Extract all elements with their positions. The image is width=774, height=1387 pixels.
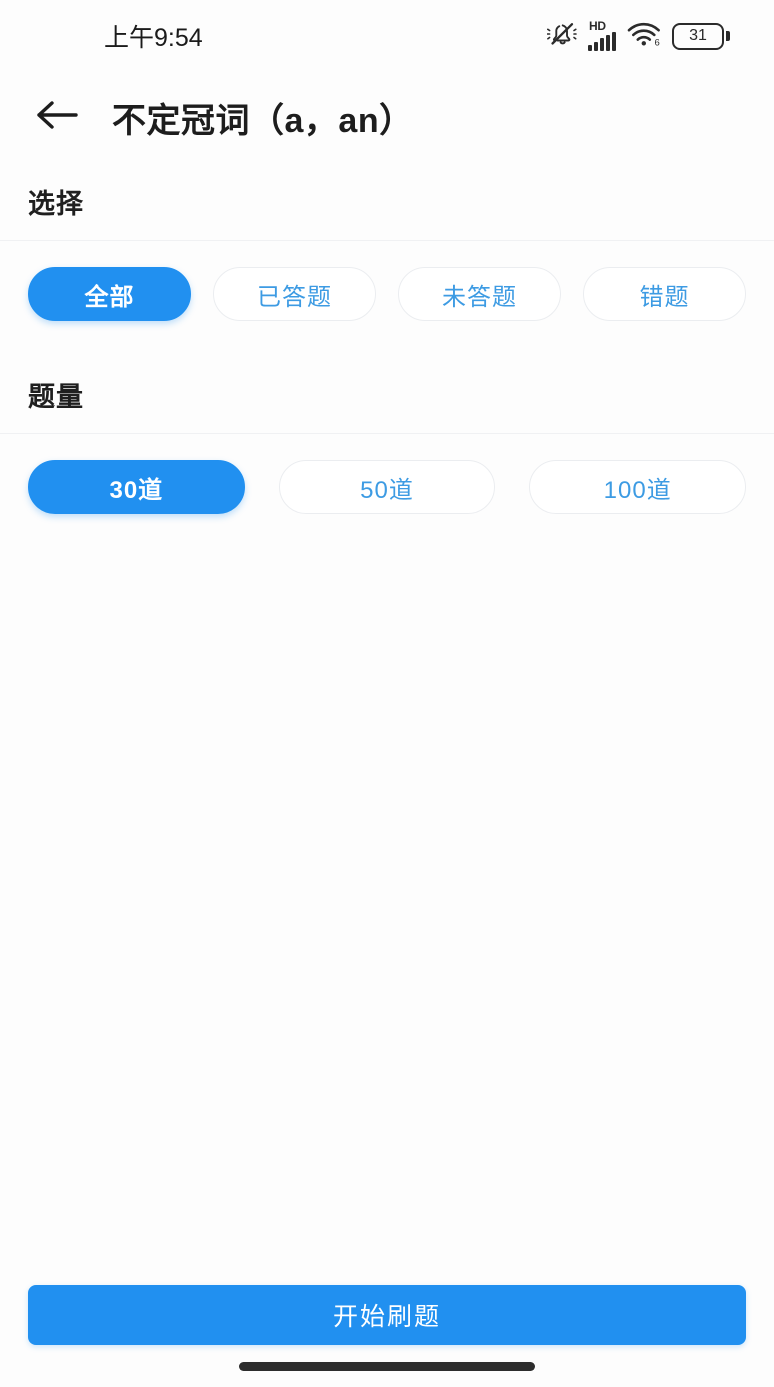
quantity-chip-group: 30道 50道 100道 — [0, 434, 774, 514]
quantity-chip-100[interactable]: 100道 — [529, 460, 746, 514]
main-content: 选择 全部 已答题 未答题 错题 题量 30道 50道 100道 开始刷题 — [0, 162, 774, 1387]
silent-mode-icon — [547, 21, 577, 52]
section-header-quantity: 题量 — [0, 355, 774, 434]
battery-level-label: 31 — [689, 28, 707, 44]
quantity-chip-50[interactable]: 50道 — [279, 460, 496, 514]
filter-chip-unanswered[interactable]: 未答题 — [398, 267, 561, 321]
section-header-filter: 选择 — [0, 162, 774, 241]
battery-cap — [726, 31, 730, 41]
cellular-signal-icon: HD — [588, 21, 616, 51]
wifi-icon: 6 — [627, 21, 661, 52]
status-bar-icons: HD 6 31 — [547, 21, 730, 52]
wifi-generation-label: 6 — [655, 37, 660, 47]
page-title: 不定冠词（a，an） — [112, 93, 414, 142]
filter-chip-group: 全部 已答题 未答题 错题 — [0, 241, 774, 321]
app-bar: 不定冠词（a，an） — [0, 72, 774, 162]
home-indicator-area — [0, 1345, 774, 1387]
home-indicator[interactable] — [239, 1362, 535, 1371]
section-title-quantity: 题量 — [0, 375, 84, 414]
arrow-left-icon — [35, 98, 79, 137]
battery-icon: 31 — [672, 23, 730, 50]
filter-chip-wrong[interactable]: 错题 — [583, 267, 746, 321]
phone-screen: 上午9:54 HD — [0, 0, 774, 1387]
signal-bars — [588, 32, 616, 51]
filter-chip-all[interactable]: 全部 — [28, 267, 191, 321]
start-practice-button[interactable]: 开始刷题 — [28, 1285, 746, 1345]
content-spacer — [0, 514, 774, 1285]
section-title-filter: 选择 — [0, 182, 84, 221]
quantity-chip-30[interactable]: 30道 — [28, 460, 245, 514]
status-bar: 上午9:54 HD — [0, 0, 774, 72]
filter-chip-answered[interactable]: 已答题 — [213, 267, 376, 321]
status-bar-clock: 上午9:54 — [104, 18, 203, 54]
hd-icon: HD — [589, 21, 606, 32]
back-button[interactable] — [14, 74, 100, 160]
battery-body: 31 — [672, 23, 724, 50]
footer: 开始刷题 — [0, 1285, 774, 1345]
